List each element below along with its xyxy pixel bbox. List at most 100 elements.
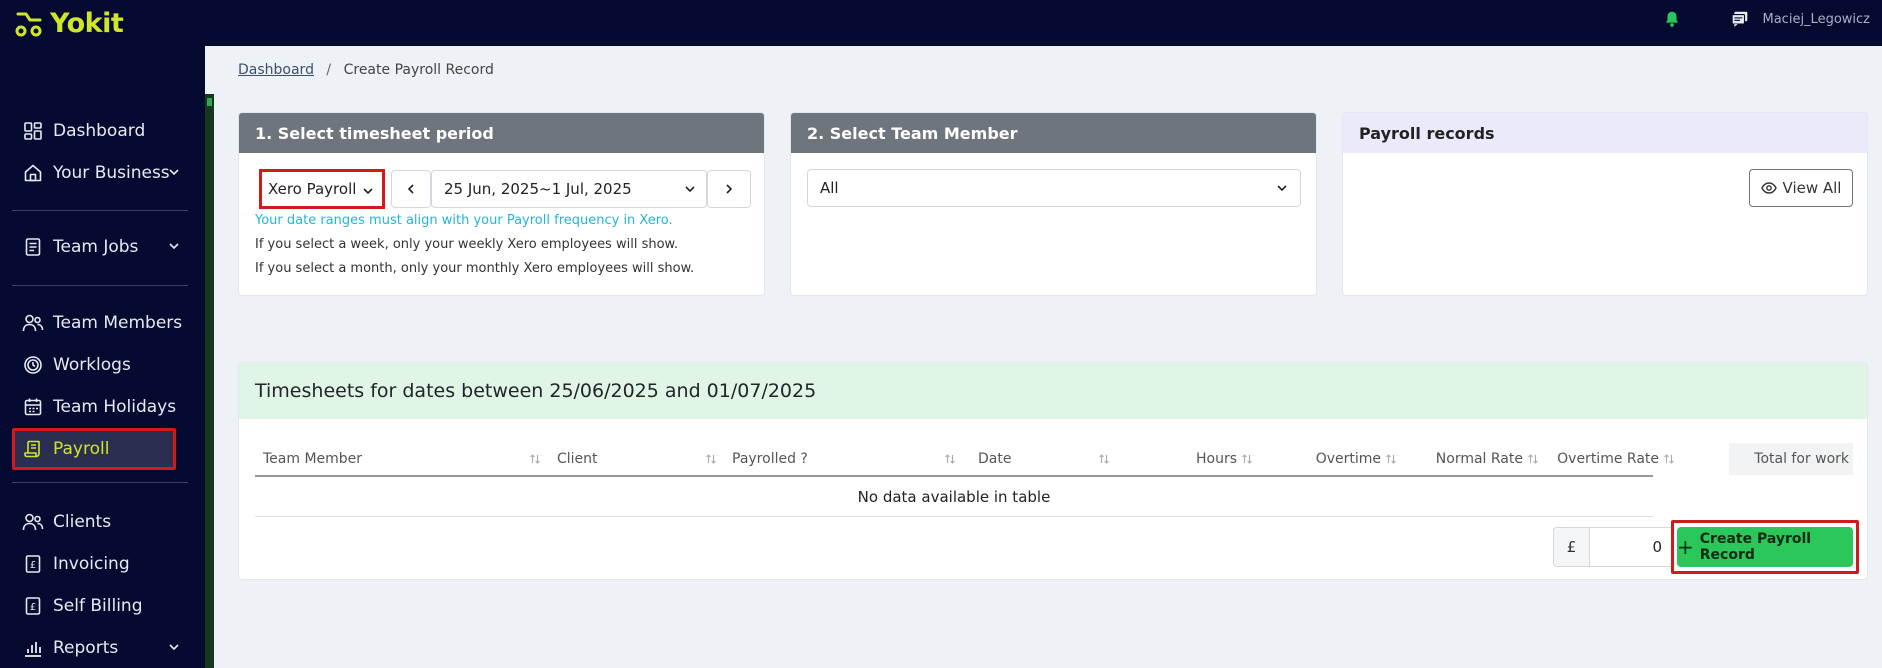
payroll-records-card: Payroll records View All — [1342, 112, 1868, 296]
sidebar-item-invoicing[interactable]: £ Invoicing — [12, 543, 188, 585]
pound-document-icon: £ — [22, 553, 44, 575]
sidebar-item-label: Invoicing — [53, 554, 130, 574]
calendar-icon — [22, 396, 44, 418]
chevron-down-icon — [169, 169, 179, 176]
sidebar-item-self-billing[interactable]: £ Self Billing — [12, 585, 188, 627]
column-header-team-member[interactable]: Team Member — [263, 443, 549, 475]
sidebar-item-label: Worklogs — [53, 355, 131, 375]
payroll-records-card-title: Payroll records — [1343, 113, 1867, 153]
grid-icon — [22, 120, 44, 142]
sidebar-item-label: Self Billing — [53, 596, 143, 616]
sidebar-item-label: Payroll — [53, 439, 110, 459]
sort-icon — [1099, 454, 1109, 464]
next-period-button[interactable] — [707, 170, 751, 208]
column-header-client[interactable]: Client — [557, 443, 723, 475]
users-icon — [22, 511, 44, 533]
column-header-hours[interactable]: Hours — [1125, 443, 1259, 475]
sidebar-item-label: Reports — [53, 638, 119, 658]
top-bar: Yokit Maciej_Legowicz — [0, 0, 1882, 46]
sidebar-item-team-holidays[interactable]: Team Holidays — [12, 386, 188, 428]
sort-icon — [1528, 454, 1538, 464]
provider-select-value: Xero Payroll — [268, 180, 357, 198]
timesheets-title: Timesheets for dates between 25/06/2025 … — [239, 363, 1867, 419]
users-icon — [22, 312, 44, 334]
sidebar-item-label: Team Holidays — [53, 397, 177, 417]
view-all-label: View All — [1782, 179, 1842, 197]
breadcrumb-dashboard-link[interactable]: Dashboard — [238, 62, 314, 78]
logo-text: Yokit — [50, 8, 124, 39]
chat-icon[interactable] — [1731, 10, 1749, 28]
sidebar-item-reports[interactable]: Reports — [12, 627, 188, 668]
column-header-overtime-rate[interactable]: Overtime Rate — [1545, 443, 1681, 475]
team-member-card: 2. Select Team Member All — [790, 112, 1317, 296]
bell-icon[interactable] — [1663, 10, 1681, 28]
breadcrumb-current: Create Payroll Record — [343, 62, 494, 78]
timesheets-card: Timesheets for dates between 25/06/2025 … — [238, 362, 1868, 580]
payroll-frequency-note: Your date ranges must align with your Pa… — [255, 213, 673, 228]
date-range-value: 25 Jun, 2025~1 Jul, 2025 — [444, 180, 632, 198]
payroll-provider-select[interactable]: Xero Payroll — [259, 169, 385, 209]
sidebar-item-worklogs[interactable]: Worklogs — [12, 344, 188, 386]
main-content: Dashboard / Create Payroll Record 1. Sel… — [214, 46, 1882, 668]
timesheet-period-card: 1. Select timesheet period Xero Payroll … — [238, 112, 765, 296]
scroll-icon — [22, 438, 44, 460]
weekly-note: If you select a week, only your weekly X… — [255, 237, 679, 252]
team-member-select[interactable]: All — [807, 169, 1301, 207]
sidebar-item-dashboard[interactable]: Dashboard — [12, 110, 188, 152]
eye-icon — [1760, 182, 1777, 194]
sidebar-item-your-business[interactable]: Your Business — [12, 152, 188, 194]
sidebar-item-label: Clients — [53, 512, 112, 532]
column-header-overtime[interactable]: Overtime — [1265, 443, 1403, 475]
app-logo[interactable]: Yokit — [14, 8, 124, 39]
svg-text:£: £ — [30, 602, 36, 613]
sort-icon — [530, 454, 540, 464]
sidebar-item-label: Team Jobs — [53, 237, 139, 257]
sidebar-item-label: Your Business — [53, 163, 170, 183]
team-member-select-value: All — [820, 179, 839, 197]
chevron-down-icon — [1277, 185, 1287, 192]
sort-icon — [1386, 454, 1396, 464]
svg-text:£: £ — [30, 560, 36, 571]
sidebar-divider — [12, 210, 188, 211]
clipboard-list-icon — [22, 236, 44, 258]
create-payroll-record-button[interactable]: + Create Payroll Record — [1677, 527, 1853, 567]
column-header-normal-rate[interactable]: Normal Rate — [1405, 443, 1545, 475]
timesheets-table: Team Member Client Payrolled ? Date Hour… — [255, 443, 1853, 517]
sort-icon — [1242, 454, 1252, 464]
create-payroll-record-label: Create Payroll Record — [1699, 531, 1812, 563]
table-empty-row: No data available in table — [255, 477, 1653, 517]
column-header-date[interactable]: Date — [978, 443, 1116, 475]
breadcrumb: Dashboard / Create Payroll Record — [238, 62, 494, 78]
sidebar-item-team-jobs[interactable]: Team Jobs — [12, 226, 188, 268]
sidebar: Dashboard Your Business Team Jobs Team M… — [0, 46, 205, 668]
chevron-down-icon — [363, 188, 373, 195]
previous-period-button[interactable] — [391, 170, 431, 208]
chevron-down-icon — [169, 644, 179, 651]
monthly-note: If you select a month, only your monthly… — [255, 261, 695, 276]
username[interactable]: Maciej_Legowicz — [1763, 12, 1871, 27]
column-header-total-for-work[interactable]: Total for work — [1729, 443, 1853, 475]
chevron-down-icon — [685, 186, 695, 193]
breadcrumb-separator: / — [326, 62, 332, 78]
view-all-button[interactable]: View All — [1749, 169, 1853, 207]
logo-icon — [15, 12, 42, 37]
home-icon — [22, 162, 44, 184]
total-amount-field[interactable]: 0 — [1589, 527, 1673, 567]
date-range-select[interactable]: 25 Jun, 2025~1 Jul, 2025 — [431, 170, 707, 208]
pound-document-icon: £ — [22, 595, 44, 617]
clock-icon — [22, 354, 44, 376]
sidebar-scrollbar[interactable] — [205, 94, 214, 668]
bar-chart-icon — [22, 637, 44, 659]
sidebar-item-payroll[interactable]: Payroll — [12, 428, 176, 470]
sort-icon — [945, 454, 955, 464]
sidebar-item-team-members[interactable]: Team Members — [12, 302, 188, 344]
sidebar-divider — [12, 482, 188, 483]
sidebar-divider — [12, 285, 188, 286]
sidebar-item-clients[interactable]: Clients — [12, 501, 188, 543]
sidebar-item-label: Team Members — [53, 313, 183, 333]
plus-icon: + — [1677, 535, 1694, 559]
sidebar-item-label: Dashboard — [53, 121, 146, 141]
chevron-down-icon — [169, 243, 179, 250]
currency-symbol: £ — [1553, 527, 1589, 567]
column-header-payrolled[interactable]: Payrolled ? — [732, 443, 962, 475]
